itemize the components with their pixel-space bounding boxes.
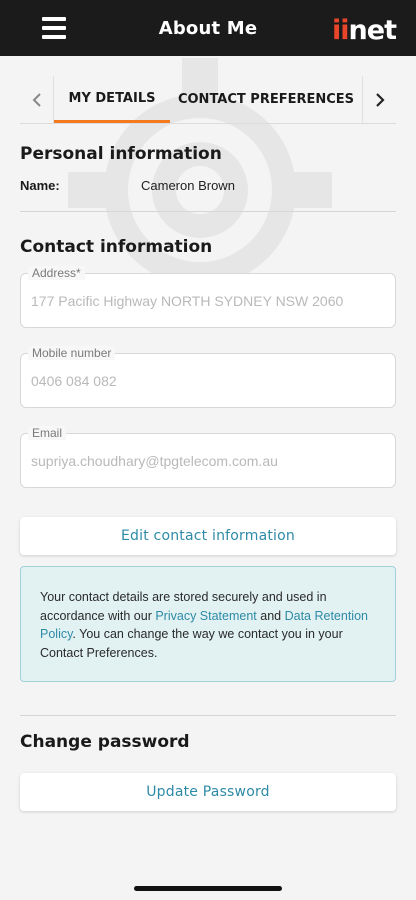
notice-text-3: . You can change the way we contact you … (40, 627, 343, 660)
page-title: About Me (158, 17, 258, 39)
chevron-right-icon[interactable] (362, 76, 396, 123)
address-label: Address* (28, 266, 85, 280)
chevron-left-icon[interactable] (20, 76, 54, 123)
mobile-label: Mobile number (28, 346, 116, 360)
tab-bar: MY DETAILS CONTACT PREFERENCES (20, 76, 396, 124)
name-label: Name: (20, 178, 60, 193)
tab-my-details[interactable]: MY DETAILS (54, 76, 170, 123)
address-input[interactable] (31, 293, 387, 309)
home-indicator[interactable] (134, 886, 282, 891)
privacy-notice: Your contact details are stored securely… (20, 566, 396, 682)
mobile-input[interactable] (31, 373, 387, 389)
iinet-logo: ii net (332, 10, 397, 46)
mobile-field[interactable]: Mobile number (20, 346, 396, 408)
address-field[interactable]: Address* (20, 266, 396, 328)
divider (20, 211, 396, 212)
name-value: Cameron Brown (141, 178, 235, 193)
tab-contact-preferences[interactable]: CONTACT PREFERENCES (170, 76, 362, 123)
privacy-statement-link[interactable]: Privacy Statement (155, 609, 256, 623)
hamburger-menu-icon[interactable] (42, 17, 66, 39)
contact-info-heading: Contact information (20, 237, 213, 257)
email-input[interactable] (31, 453, 387, 469)
notice-text-2: and (256, 608, 285, 623)
divider (20, 715, 396, 716)
personal-info-heading: Personal information (20, 144, 222, 164)
email-field[interactable]: Email (20, 426, 396, 488)
email-label: Email (28, 426, 67, 440)
change-password-heading: Change password (20, 732, 190, 752)
logo-net: net (348, 15, 397, 46)
update-password-button[interactable]: Update Password (20, 773, 396, 811)
edit-contact-button[interactable]: Edit contact information (20, 517, 396, 555)
